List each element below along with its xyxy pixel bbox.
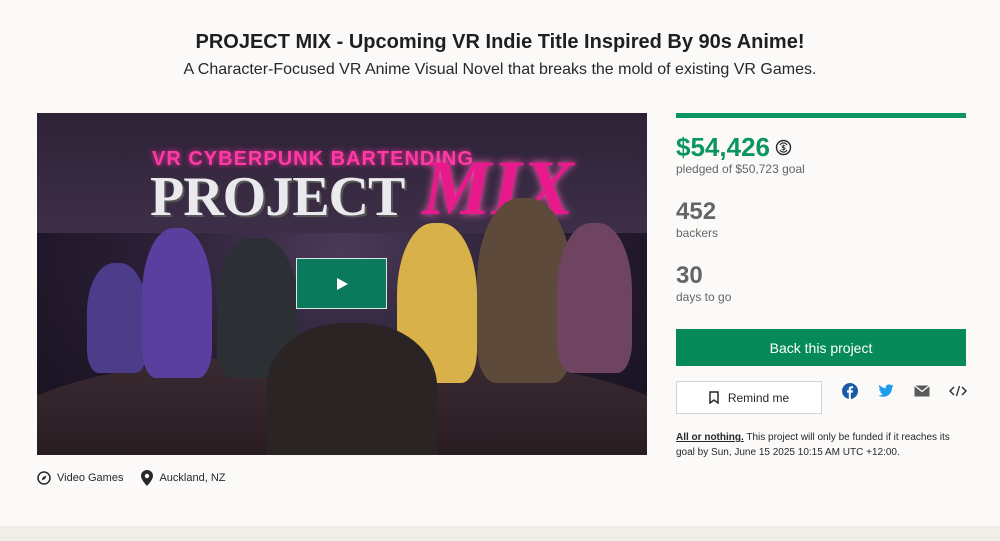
play-icon bbox=[336, 277, 348, 290]
character-figure bbox=[87, 263, 147, 373]
all-or-nothing-notice: All or nothing. This project will only b… bbox=[676, 430, 968, 460]
pledged-value: $54,426 bbox=[676, 132, 770, 162]
pledged-amount: $54,426 $ bbox=[676, 132, 792, 163]
email-icon bbox=[914, 385, 930, 397]
compass-icon bbox=[37, 471, 51, 485]
embed-code-icon bbox=[949, 385, 967, 397]
pledged-goal-label: pledged of $50,723 goal bbox=[676, 162, 805, 176]
page-subtitle: A Character-Focused VR Anime Visual Nove… bbox=[183, 61, 817, 78]
funding-progress-bar bbox=[676, 113, 966, 118]
facebook-icon bbox=[842, 383, 858, 399]
location-label: Auckland, NZ bbox=[159, 472, 226, 484]
currency-conversion-icon[interactable]: $ bbox=[775, 139, 792, 156]
location-pin-icon bbox=[141, 470, 154, 486]
category-label: Video Games bbox=[57, 472, 124, 484]
svg-text:$: $ bbox=[781, 144, 786, 152]
twitter-icon bbox=[878, 384, 894, 397]
category-link[interactable]: Video Games bbox=[37, 471, 123, 485]
embed-button[interactable] bbox=[949, 382, 967, 400]
remind-me-label: Remind me bbox=[727, 390, 790, 405]
email-share-button[interactable] bbox=[913, 382, 931, 400]
location-link[interactable]: Auckland, NZ bbox=[141, 470, 225, 486]
play-button[interactable] bbox=[296, 258, 387, 309]
page-title: PROJECT MIX - Upcoming VR Indie Title In… bbox=[195, 31, 805, 53]
video-logo-project: PROJECT bbox=[150, 166, 405, 228]
days-to-go-label: days to go bbox=[676, 290, 732, 304]
remind-me-button[interactable]: Remind me bbox=[676, 381, 822, 414]
facebook-share-button[interactable] bbox=[841, 382, 859, 400]
backers-count: 452 bbox=[676, 198, 717, 225]
back-project-button[interactable]: Back this project bbox=[676, 329, 966, 366]
footer-band bbox=[0, 526, 1000, 541]
project-meta: Video Games Auckland, NZ bbox=[37, 470, 243, 486]
bookmark-icon bbox=[709, 391, 719, 404]
all-or-nothing-link[interactable]: All or nothing. bbox=[676, 432, 744, 443]
character-figure bbox=[267, 323, 437, 455]
character-figure bbox=[557, 223, 632, 373]
days-to-go-count: 30 bbox=[676, 262, 703, 289]
backers-label: backers bbox=[676, 226, 719, 240]
twitter-share-button[interactable] bbox=[877, 382, 895, 400]
character-figure bbox=[142, 228, 212, 378]
